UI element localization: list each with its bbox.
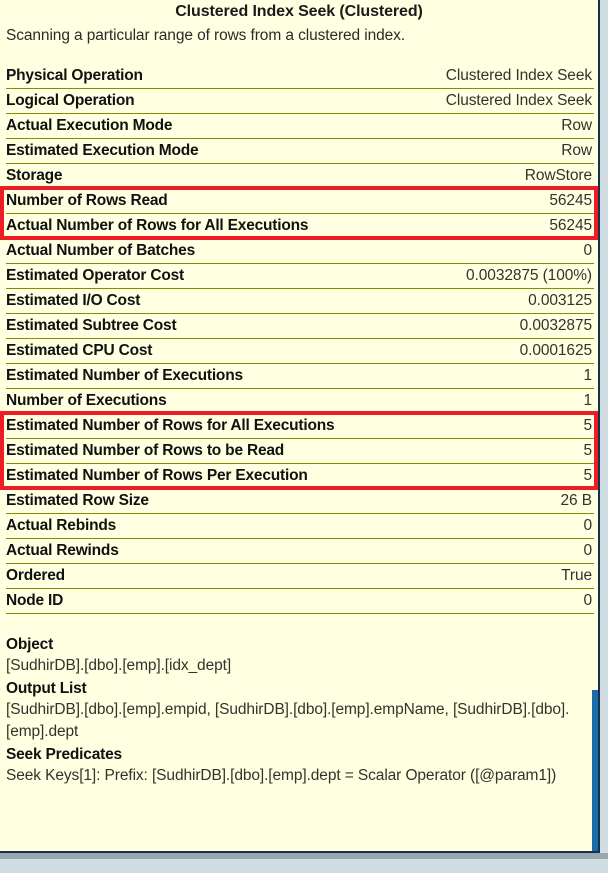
property-value: 56245 [549,192,592,209]
property-key: Estimated I/O Cost [6,292,141,309]
execution-plan-tooltip: Clustered Index Seek (Clustered) Scannin… [0,0,600,853]
property-row: Estimated Execution Mode Row [6,139,594,164]
property-value: True [561,567,592,584]
property-key: Estimated Number of Rows Per Execution [6,467,308,484]
property-value: 5 [583,417,592,434]
property-key: Node ID [6,592,64,609]
window-edge-accent [592,690,598,851]
property-row: Estimated Subtree Cost 0.0032875 [6,314,594,339]
property-row: Estimated Number of Rows Per Execution 5 [6,464,594,489]
property-row: Estimated Operator Cost 0.0032875 (100%) [6,264,594,289]
property-row: Estimated Number of Rows to be Read 5 [6,439,594,464]
property-key: Estimated Execution Mode [6,142,199,159]
property-value: 26 B [560,492,593,509]
property-key: Logical Operation [6,92,135,109]
window-bottom-shadow [0,853,608,859]
property-row: Ordered True [6,564,594,589]
property-row: Logical Operation Clustered Index Seek [6,89,594,114]
property-row: Actual Execution Mode Row [6,114,594,139]
properties-table: Physical Operation Clustered Index Seek Lo… [0,64,598,614]
property-key: Actual Execution Mode [6,117,173,134]
section-body: Seek Keys[1]: Prefix: [SudhirDB].[dbo].[… [6,767,557,784]
property-key: Actual Number of Batches [6,242,195,259]
property-value: 0.003125 [528,292,592,309]
property-row: Estimated Number of Executions 1 [6,364,594,389]
property-key: Estimated Number of Executions [6,367,243,384]
property-key: Estimated Operator Cost [6,267,184,284]
operator-description: Scanning a particular range of rows from… [6,27,406,44]
property-value: 0.0032875 (100%) [466,267,592,284]
property-key: Storage [6,167,63,184]
property-value: RowStore [524,167,592,184]
property-row: Actual Rewinds 0 [6,539,594,564]
property-row: Actual Rebinds 0 [6,514,594,539]
section-body: [SudhirDB].[dbo].[emp].empid, [SudhirDB]… [6,701,570,740]
property-key: Actual Rebinds [6,517,117,534]
property-value: 5 [583,442,592,459]
property-value: 5 [583,467,592,484]
property-row: Physical Operation Clustered Index Seek [6,64,594,89]
property-row: Number of Rows Read 56245 [6,189,594,214]
property-key: Estimated Number of Rows to be Read [6,442,285,459]
property-value: 0 [583,542,592,559]
property-value: 0.0001625 [519,342,592,359]
property-key: Estimated Row Size [6,492,149,509]
property-key: Actual Rewinds [6,542,119,559]
property-key: Number of Executions [6,392,167,409]
property-row: Actual Number of Batches 0 [6,239,594,264]
property-row: Node ID 0 [6,589,594,614]
property-value: 0 [583,592,592,609]
property-row: Number of Executions 1 [6,389,594,414]
property-key: Estimated Number of Rows for All Executi… [6,417,335,434]
property-value: Row [561,117,592,134]
property-key: Number of Rows Read [6,192,168,209]
property-value: Clustered Index Seek [445,67,592,84]
section-heading: Seek Predicates [6,746,122,763]
property-row: Estimated I/O Cost 0.003125 [6,289,594,314]
property-value: 0 [583,242,592,259]
property-key: Ordered [6,567,65,584]
section-heading: Object [6,636,54,653]
section-body: [SudhirDB].[dbo].[emp].[idx_dept] [6,657,232,674]
property-value: Row [561,142,592,159]
property-key: Actual Number of Rows for All Executions [6,217,309,234]
property-value: 1 [583,367,592,384]
property-value: 0 [583,517,592,534]
property-row: Storage RowStore [6,164,594,189]
property-value: 1 [583,392,592,409]
property-key: Estimated Subtree Cost [6,317,177,334]
page-title: Clustered Index Seek (Clustered) [175,3,423,20]
property-row: Estimated CPU Cost 0.0001625 [6,339,594,364]
property-row: Estimated Row Size 26 B [6,489,594,514]
property-row: Estimated Number of Rows for All Executi… [6,414,594,439]
property-value: 56245 [549,217,592,234]
detail-sections: Object [SudhirDB].[dbo].[emp].[idx_dept] O… [0,614,598,787]
property-key: Physical Operation [6,67,143,84]
section-heading: Output List [6,680,87,697]
property-key: Estimated CPU Cost [6,342,153,359]
property-value: 0.0032875 [519,317,592,334]
property-row: Actual Number of Rows for All Executions… [6,214,594,239]
property-value: Clustered Index Seek [445,92,592,109]
